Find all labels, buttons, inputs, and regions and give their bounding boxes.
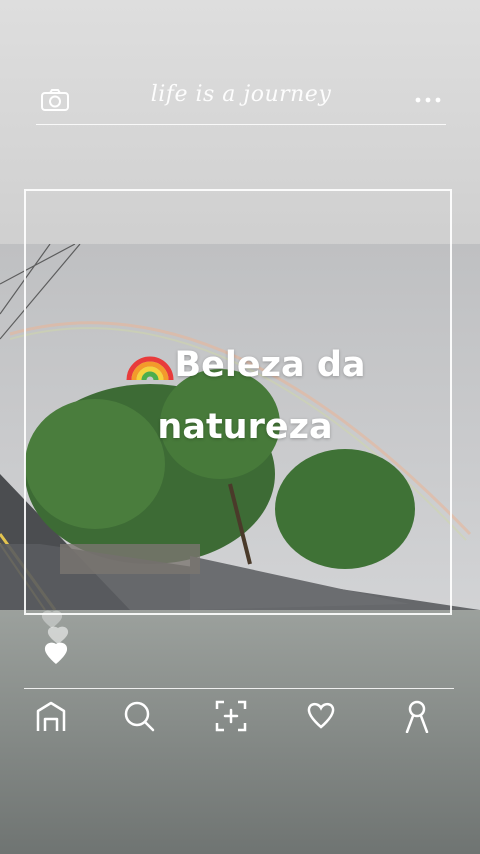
caption-line-2: natureza [157, 407, 333, 447]
app-title: life is a journey [150, 82, 332, 107]
profile-icon[interactable] [400, 699, 434, 733]
rainbow-emoji [126, 356, 173, 381]
bottom-navigation [24, 688, 454, 749]
home-icon[interactable] [34, 699, 68, 733]
heart-icon[interactable] [304, 699, 338, 733]
caption-line-1: Beleza da [174, 345, 366, 385]
post-caption: Beleza da natureza [100, 334, 390, 458]
add-post-icon[interactable] [214, 699, 248, 733]
hearts-icon[interactable] [38, 610, 78, 668]
search-icon[interactable] [122, 699, 156, 733]
top-bar: life is a journey [36, 78, 446, 125]
more-dots-icon[interactable] [414, 96, 442, 104]
